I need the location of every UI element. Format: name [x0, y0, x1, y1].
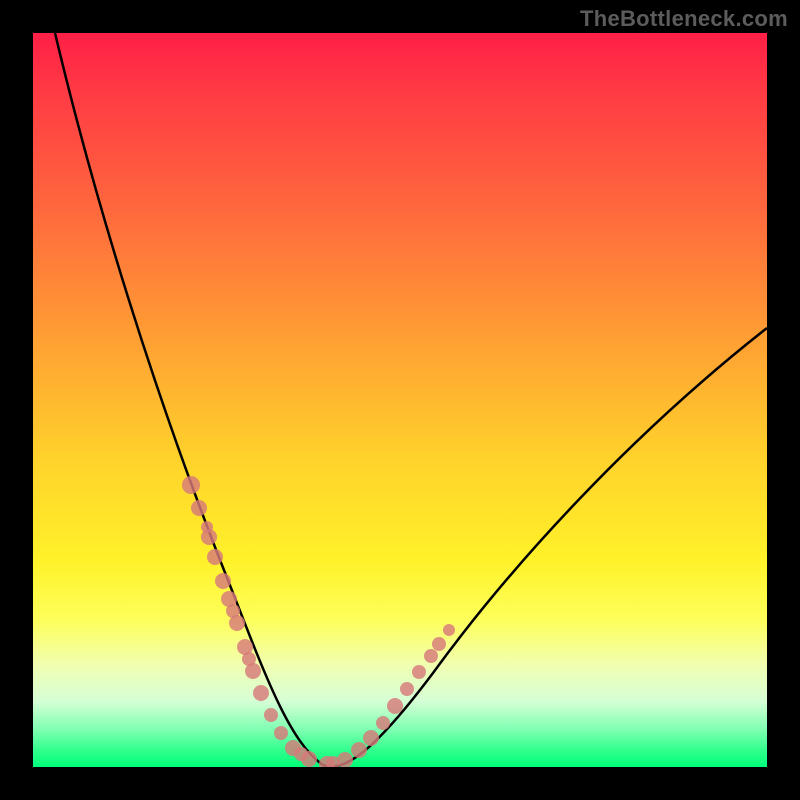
watermark-text: TheBottleneck.com — [580, 6, 788, 32]
plot-area — [33, 33, 767, 767]
curve-markers — [182, 476, 455, 767]
chart-frame: TheBottleneck.com — [0, 0, 800, 800]
chart-svg — [33, 33, 767, 767]
bottleneck-curve — [55, 33, 767, 767]
